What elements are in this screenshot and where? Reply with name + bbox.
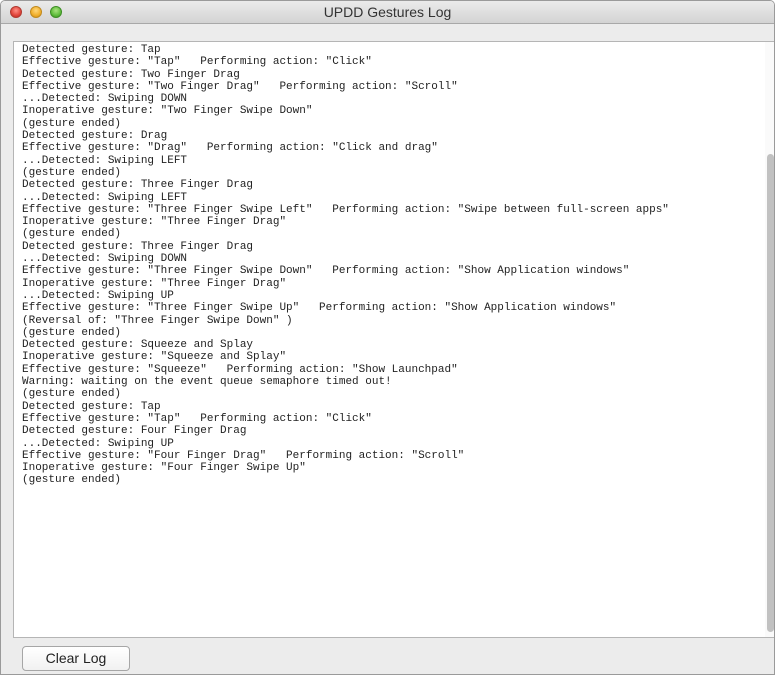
log-line: (gesture ended) (22, 166, 122, 179)
log-line: ...Detected: Swiping LEFT (22, 154, 188, 167)
log-window: UPDD Gestures Log Detected gesture: Tap … (0, 0, 775, 675)
log-line: Effective gesture: "Two Finger Drag" Per… (22, 80, 458, 93)
log-line: (Reversal of: "Three Finger Swipe Down" … (22, 314, 293, 327)
log-line: Effective gesture: "Three Finger Swipe U… (22, 302, 617, 315)
log-line: Effective gesture: "Tap" Performing acti… (22, 412, 372, 425)
log-line: Effective gesture: "Tap" Performing acti… (22, 56, 372, 69)
log-line: Inoperative gesture: "Three Finger Drag" (22, 277, 287, 290)
clear-log-button[interactable]: Clear Log (22, 646, 130, 671)
log-line: ...Detected: Swiping UP (22, 289, 174, 302)
log-line: Detected gesture: Drag (22, 130, 168, 143)
log-line: (gesture ended) (22, 326, 122, 339)
log-line: ...Detected: Swiping DOWN (22, 253, 188, 266)
log-text-area[interactable]: Detected gesture: Tap Effective gesture:… (13, 41, 774, 638)
log-line: Detected gesture: Tap (22, 400, 161, 413)
log-line: Inoperative gesture: "Four Finger Swipe … (22, 462, 306, 475)
scrollbar-thumb[interactable] (767, 154, 774, 632)
log-content: Detected gesture: Tap Effective gesture:… (22, 44, 767, 487)
log-line: Detected gesture: Tap (22, 44, 161, 56)
log-line: ...Detected: Swiping UP (22, 437, 174, 450)
vertical-scrollbar[interactable] (765, 42, 774, 637)
log-line: Effective gesture: "Squeeze" Performing … (22, 363, 458, 376)
log-line: ...Detected: Swiping LEFT (22, 191, 188, 204)
log-line: (gesture ended) (22, 474, 122, 487)
log-line: Effective gesture: "Four Finger Drag" Pe… (22, 449, 465, 462)
log-line: Inoperative gesture: "Two Finger Swipe D… (22, 105, 313, 118)
log-line: ...Detected: Swiping DOWN (22, 93, 188, 106)
log-line: Inoperative gesture: "Three Finger Drag" (22, 216, 287, 229)
log-line: Inoperative gesture: "Squeeze and Splay" (22, 351, 287, 364)
log-line: Warning: waiting on the event queue sema… (22, 376, 392, 389)
log-line: Detected gesture: Two Finger Drag (22, 68, 240, 81)
log-line: Effective gesture: "Drag" Performing act… (22, 142, 438, 155)
log-line: (gesture ended) (22, 117, 122, 130)
log-line: (gesture ended) (22, 228, 122, 241)
title-bar[interactable]: UPDD Gestures Log (1, 1, 774, 24)
log-line: Detected gesture: Three Finger Drag (22, 179, 254, 192)
log-line: Effective gesture: "Three Finger Swipe L… (22, 203, 669, 216)
log-line: Effective gesture: "Three Finger Swipe D… (22, 265, 630, 278)
log-line: Detected gesture: Four Finger Drag (22, 425, 247, 438)
log-line: (gesture ended) (22, 388, 122, 401)
log-line: Detected gesture: Three Finger Drag (22, 240, 254, 253)
log-line: Detected gesture: Squeeze and Splay (22, 339, 254, 352)
window-title: UPDD Gestures Log (323, 4, 452, 20)
